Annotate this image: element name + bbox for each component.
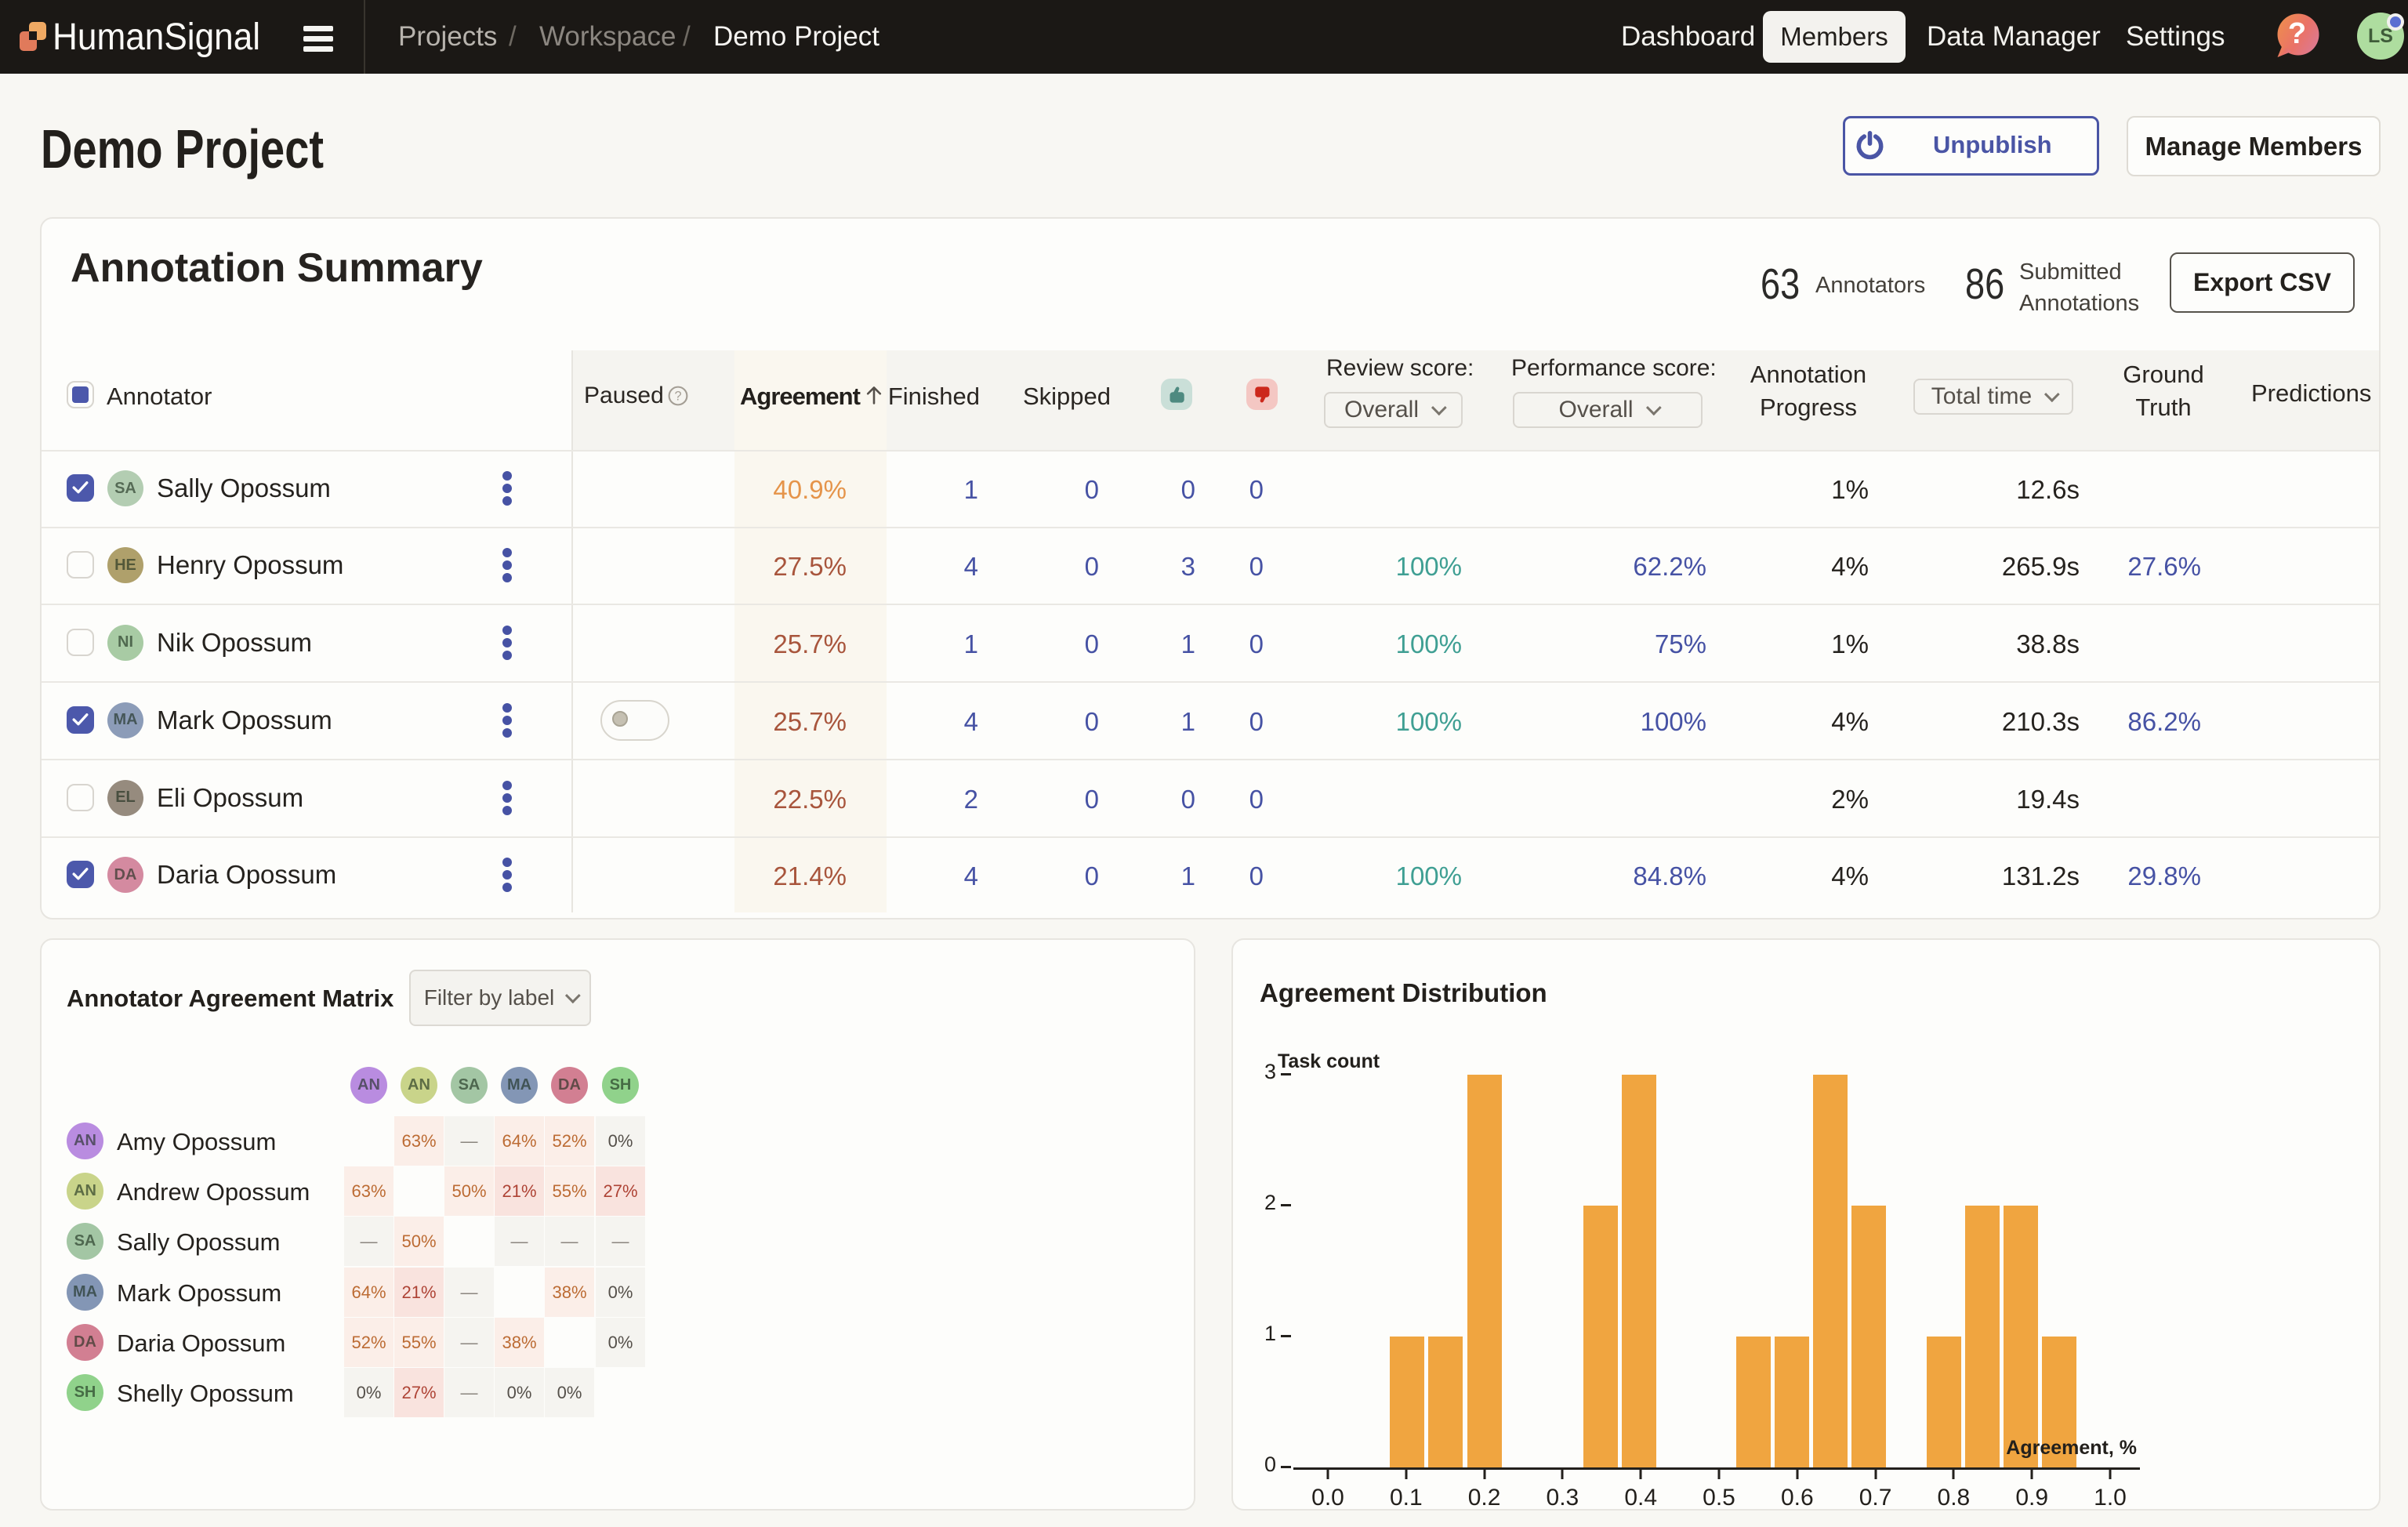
svg-text:?: ? (2288, 17, 2306, 50)
svg-text:?: ? (674, 390, 681, 404)
